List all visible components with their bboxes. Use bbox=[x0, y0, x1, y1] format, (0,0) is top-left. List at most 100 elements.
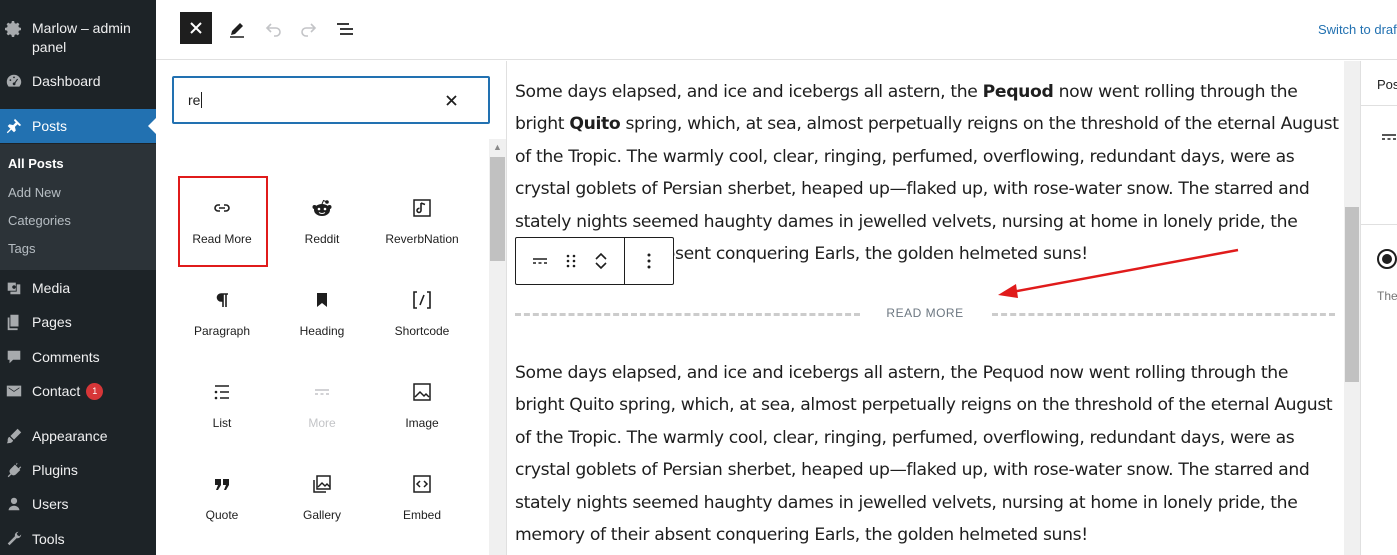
menu-item-posts[interactable]: Posts bbox=[0, 109, 156, 143]
menu-label: Plugins bbox=[32, 462, 78, 478]
reddit-icon bbox=[310, 196, 334, 220]
shortcode-icon bbox=[410, 288, 434, 312]
drag-handle-icon bbox=[566, 254, 576, 268]
image-icon bbox=[410, 380, 434, 404]
menu-item-media[interactable]: Media bbox=[0, 271, 156, 305]
divider bbox=[1361, 224, 1397, 225]
menu-item-appearance[interactable]: Appearance bbox=[0, 419, 156, 453]
block-label: Paragraph bbox=[193, 324, 251, 338]
canvas-scrollbar[interactable] bbox=[1344, 61, 1360, 555]
block-label: Image bbox=[405, 416, 439, 430]
close-inserter-button[interactable] bbox=[180, 12, 212, 44]
menu-label: Comments bbox=[32, 349, 100, 365]
bookmark-icon bbox=[310, 288, 334, 312]
menu-label: Pages bbox=[32, 314, 72, 330]
site-name: Marlow – admin panel bbox=[32, 20, 131, 55]
block-label: More bbox=[308, 416, 336, 430]
menu-item-plugins[interactable]: Plugins bbox=[0, 453, 156, 487]
more-icon bbox=[1379, 127, 1397, 152]
block-label: Reddit bbox=[304, 232, 340, 246]
menu-label: Posts bbox=[32, 118, 68, 134]
block-paragraph[interactable]: Paragraph bbox=[177, 268, 267, 358]
block-list[interactable]: List bbox=[177, 360, 267, 450]
editor-screen: Marlow – admin panel Dashboard Posts All… bbox=[0, 0, 1397, 555]
read-more-separator-block[interactable]: READ MORE bbox=[515, 304, 1335, 324]
submenu-tags[interactable]: Tags bbox=[8, 241, 35, 256]
block-label: Embed bbox=[402, 508, 442, 522]
submenu-categories[interactable]: Categories bbox=[8, 213, 71, 228]
media-icon bbox=[4, 278, 24, 298]
menu-item-tools[interactable]: Tools bbox=[0, 522, 156, 555]
pin-icon bbox=[4, 116, 24, 136]
undo-button[interactable] bbox=[256, 12, 290, 46]
list-icon bbox=[210, 380, 234, 404]
tab-post[interactable]: Post bbox=[1377, 77, 1397, 92]
editor-header: Switch to draft bbox=[156, 0, 1397, 60]
submenu-add-new[interactable]: Add New bbox=[8, 185, 61, 200]
block-search-input[interactable]: re bbox=[172, 76, 490, 124]
editor-canvas: Some days elapsed, and ice and icebergs … bbox=[507, 61, 1360, 555]
block-label: Quote bbox=[205, 508, 239, 522]
scroll-up-icon: ▲ bbox=[493, 142, 502, 152]
block-label: List bbox=[212, 416, 232, 430]
document-overview-button[interactable] bbox=[328, 12, 362, 46]
block-reverbnation[interactable]: ReverbNation bbox=[377, 176, 467, 266]
block-quote[interactable]: Quote bbox=[177, 452, 267, 542]
paragraph-icon bbox=[210, 288, 234, 312]
switch-to-draft-link[interactable]: Switch to draft bbox=[1318, 22, 1397, 37]
menu-label: Users bbox=[32, 496, 69, 512]
block-more: More bbox=[277, 360, 367, 450]
redo-icon bbox=[301, 23, 317, 37]
scrollbar-thumb[interactable] bbox=[490, 157, 505, 261]
radio-option[interactable] bbox=[1377, 249, 1397, 269]
appearance-icon bbox=[4, 426, 24, 446]
block-image[interactable]: Image bbox=[377, 360, 467, 450]
mail-icon bbox=[4, 381, 24, 401]
read-more-highlight-box bbox=[178, 176, 268, 267]
inserter-scrollbar[interactable]: ▲ bbox=[489, 139, 506, 555]
menu-label: Contact bbox=[32, 383, 81, 399]
block-options-button[interactable] bbox=[625, 238, 673, 284]
users-icon bbox=[4, 494, 24, 514]
close-icon bbox=[190, 22, 202, 34]
settings-help-text: The bbox=[1377, 289, 1397, 303]
music-note-icon bbox=[410, 196, 434, 220]
quote-icon bbox=[210, 472, 234, 496]
paragraph-block-2[interactable]: Some days elapsed, and ice and icebergs … bbox=[515, 357, 1340, 551]
menu-item-users[interactable]: Users bbox=[0, 487, 156, 521]
submenu-all-posts[interactable]: All Posts bbox=[8, 156, 64, 171]
block-type-button[interactable] bbox=[516, 238, 564, 284]
text-caret bbox=[201, 92, 203, 108]
chevron-down-icon[interactable] bbox=[594, 261, 608, 271]
clear-search-button[interactable] bbox=[442, 91, 460, 109]
block-embed[interactable]: Embed bbox=[377, 452, 467, 542]
menu-item-pages[interactable]: Pages bbox=[0, 305, 156, 339]
menu-label: Appearance bbox=[32, 428, 108, 444]
menu-item-contact[interactable]: Contact 1 bbox=[0, 374, 156, 408]
gear-icon bbox=[5, 21, 21, 37]
tools-icon bbox=[4, 529, 24, 549]
block-label: Gallery bbox=[302, 508, 341, 522]
posts-submenu: All Posts Add New Categories Tags bbox=[0, 144, 156, 270]
chevron-up-icon[interactable] bbox=[594, 251, 608, 261]
site-home-link[interactable]: Marlow – admin panel bbox=[4, 19, 144, 57]
block-heading[interactable]: Heading bbox=[277, 268, 367, 358]
drag-handle[interactable] bbox=[564, 238, 578, 284]
block-label: ReverbNation bbox=[385, 232, 459, 246]
block-reddit[interactable]: Reddit bbox=[277, 176, 367, 266]
redo-button[interactable] bbox=[292, 12, 326, 46]
tools-button[interactable] bbox=[220, 12, 254, 46]
block-gallery[interactable]: Gallery bbox=[277, 452, 367, 542]
undo-icon bbox=[265, 23, 281, 37]
menu-label: Dashboard bbox=[32, 73, 101, 89]
pages-icon bbox=[4, 312, 24, 332]
block-shortcode[interactable]: Shortcode bbox=[377, 268, 467, 358]
block-label: Shortcode bbox=[394, 324, 450, 338]
pencil-icon bbox=[230, 23, 244, 38]
block-toolbar bbox=[515, 237, 674, 285]
menu-label: Media bbox=[32, 280, 71, 296]
close-icon bbox=[445, 94, 457, 106]
menu-item-comments[interactable]: Comments bbox=[0, 340, 156, 374]
scrollbar-thumb[interactable] bbox=[1345, 207, 1359, 382]
menu-item-dashboard[interactable]: Dashboard bbox=[0, 64, 156, 98]
